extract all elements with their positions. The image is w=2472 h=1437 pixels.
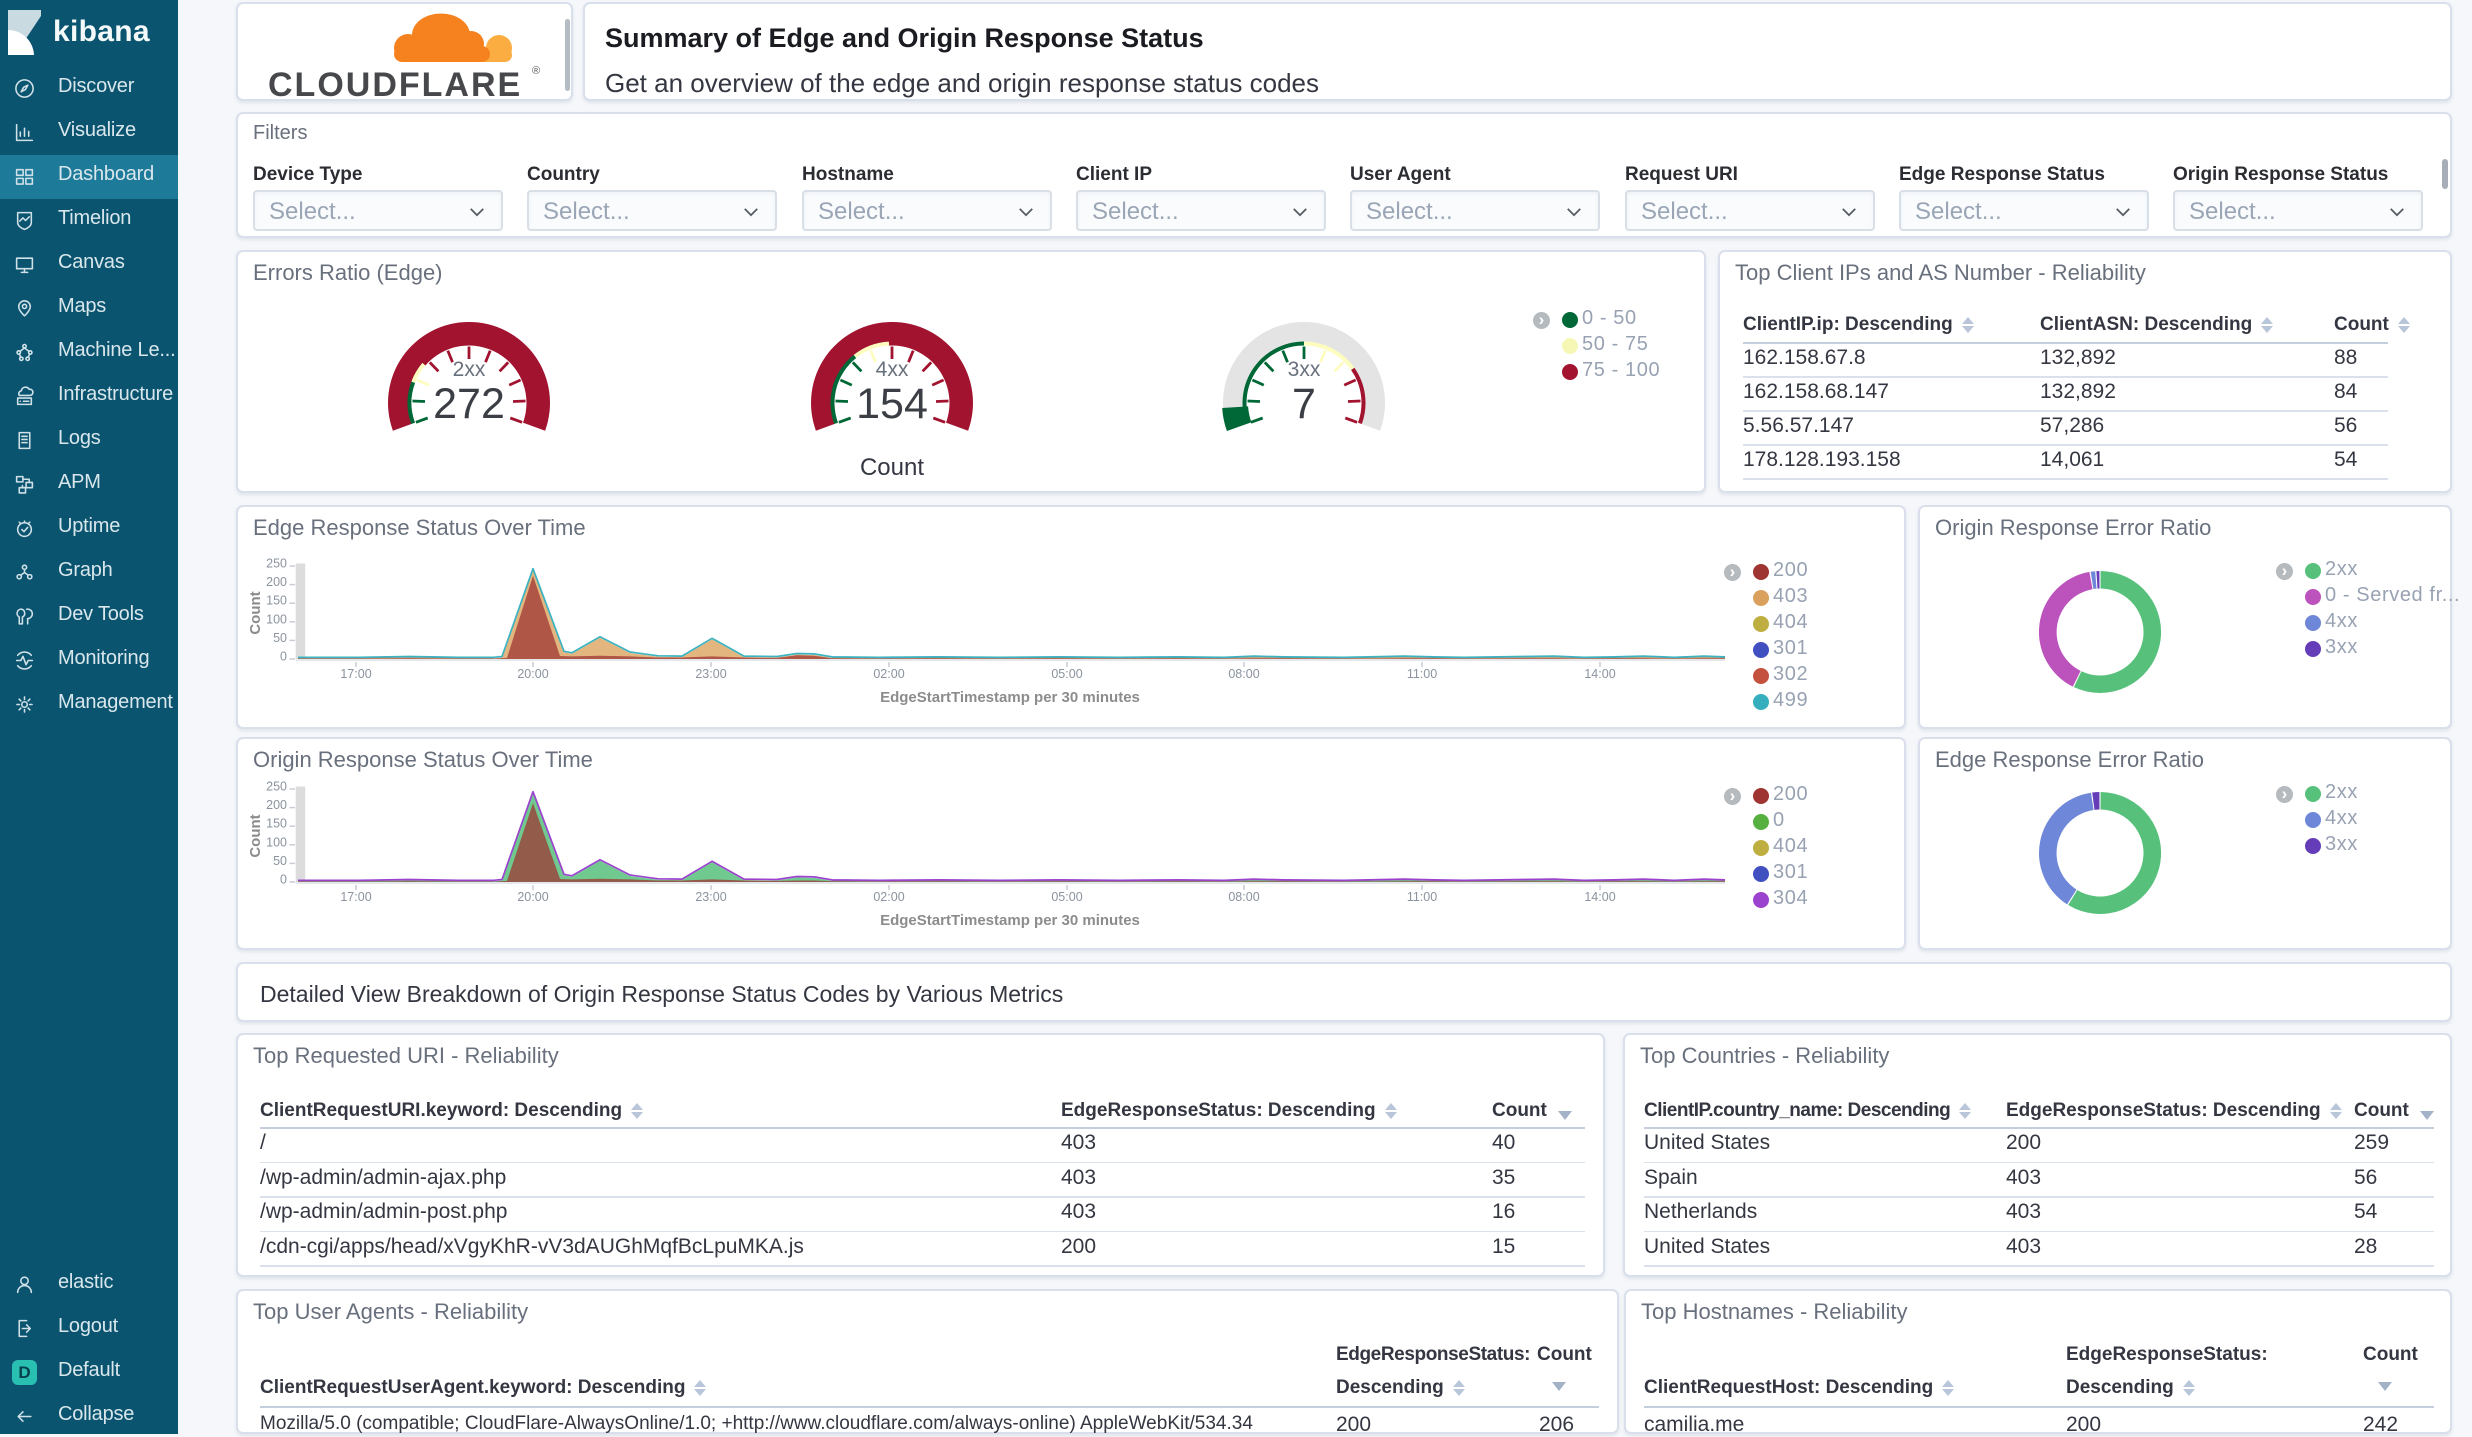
svg-text:100: 100 bbox=[266, 835, 287, 849]
svg-text:08:00: 08:00 bbox=[1228, 890, 1259, 904]
svg-text:05:00: 05:00 bbox=[1051, 890, 1082, 904]
svg-text:Count: Count bbox=[860, 454, 924, 481]
svg-text:2xx: 2xx bbox=[453, 358, 486, 381]
svg-text:20:00: 20:00 bbox=[517, 667, 548, 681]
svg-text:17:00: 17:00 bbox=[340, 667, 371, 681]
svg-text:50: 50 bbox=[273, 631, 287, 645]
svg-text:14:00: 14:00 bbox=[1584, 667, 1615, 681]
svg-text:250: 250 bbox=[266, 557, 287, 571]
svg-text:23:00: 23:00 bbox=[695, 890, 726, 904]
svg-text:4xx: 4xx bbox=[876, 358, 909, 381]
svg-text:272: 272 bbox=[433, 380, 505, 428]
svg-text:154: 154 bbox=[856, 380, 928, 428]
svg-text:08:00: 08:00 bbox=[1228, 667, 1259, 681]
svg-text:7: 7 bbox=[1292, 380, 1316, 428]
svg-text:CLOUDFLARE: CLOUDFLARE bbox=[268, 66, 522, 103]
svg-text:EdgeStartTimestamp per 30 minu: EdgeStartTimestamp per 30 minutes bbox=[880, 912, 1140, 929]
svg-text:02:00: 02:00 bbox=[873, 890, 904, 904]
svg-text:Count: Count bbox=[247, 591, 264, 634]
svg-text:14:00: 14:00 bbox=[1584, 890, 1615, 904]
svg-text:17:00: 17:00 bbox=[340, 890, 371, 904]
svg-text:200: 200 bbox=[266, 798, 287, 812]
svg-text:0: 0 bbox=[280, 650, 287, 664]
svg-text:150: 150 bbox=[266, 817, 287, 831]
svg-text:11:00: 11:00 bbox=[1407, 890, 1437, 904]
svg-text:02:00: 02:00 bbox=[873, 667, 904, 681]
svg-text:200: 200 bbox=[266, 575, 287, 589]
svg-text:150: 150 bbox=[266, 594, 287, 608]
svg-text:EdgeStartTimestamp per 30 minu: EdgeStartTimestamp per 30 minutes bbox=[880, 689, 1140, 706]
svg-text:0: 0 bbox=[280, 873, 287, 887]
svg-text:20:00: 20:00 bbox=[517, 890, 548, 904]
svg-text:05:00: 05:00 bbox=[1051, 667, 1082, 681]
svg-text:23:00: 23:00 bbox=[695, 667, 726, 681]
svg-text:3xx: 3xx bbox=[1288, 358, 1321, 381]
svg-text:Count: Count bbox=[247, 814, 264, 857]
svg-text:11:00: 11:00 bbox=[1407, 667, 1437, 681]
svg-text:®: ® bbox=[532, 65, 540, 77]
svg-text:250: 250 bbox=[266, 780, 287, 794]
svg-text:100: 100 bbox=[266, 612, 287, 626]
svg-text:50: 50 bbox=[273, 854, 287, 868]
